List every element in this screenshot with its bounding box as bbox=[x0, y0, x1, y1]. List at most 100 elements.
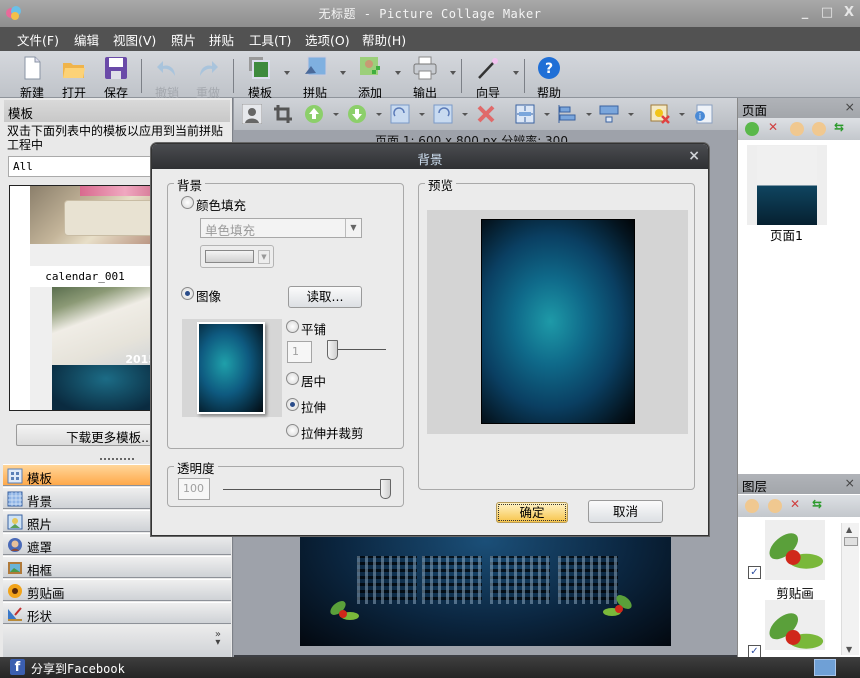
tile-radio[interactable] bbox=[286, 320, 299, 333]
distribute-dropdown-icon[interactable] bbox=[628, 113, 634, 116]
panel-splitter-grip[interactable] bbox=[100, 458, 134, 461]
align-center-icon[interactable] bbox=[515, 104, 535, 124]
cancel-button[interactable]: 取消 bbox=[588, 500, 663, 523]
download-more-templates-button[interactable]: 下载更多模板... bbox=[16, 424, 158, 446]
delete-icon[interactable] bbox=[476, 104, 496, 124]
swap-pages-icon[interactable]: ⇆ bbox=[834, 120, 848, 134]
fill-type-select[interactable]: 单色填充 ▼ bbox=[200, 218, 362, 238]
wizard-dropdown-icon[interactable] bbox=[513, 71, 519, 75]
close-window-button[interactable]: X bbox=[840, 4, 858, 22]
load-image-button[interactable]: 读取... bbox=[288, 286, 362, 308]
color-fill-radio[interactable] bbox=[181, 196, 194, 209]
distribute-icon[interactable] bbox=[599, 104, 619, 124]
image-radio[interactable] bbox=[181, 287, 194, 300]
clipart-dropdown-icon[interactable] bbox=[679, 113, 685, 116]
menu-photo[interactable]: 照片 bbox=[171, 30, 196, 49]
new-button[interactable]: 新建 bbox=[12, 54, 52, 100]
menu-options[interactable]: 选项(O) bbox=[305, 30, 350, 49]
save-button[interactable]: 保存 bbox=[96, 54, 136, 100]
maximize-button[interactable]: □ bbox=[818, 4, 836, 22]
stretch-radio[interactable] bbox=[286, 398, 299, 411]
template-category-select[interactable]: All bbox=[8, 156, 158, 177]
page-up-icon[interactable] bbox=[790, 122, 804, 136]
holly-clipart-icon[interactable] bbox=[328, 596, 360, 624]
add-button[interactable]: 添加 bbox=[350, 54, 390, 100]
layers-panel-close-button[interactable]: × bbox=[845, 475, 855, 490]
template-thumbnail-calendar-001[interactable] bbox=[30, 186, 158, 244]
template-thumbnail-family-calendar[interactable]: 2015 bbox=[52, 287, 158, 410]
person-icon[interactable] bbox=[242, 104, 262, 124]
ok-button[interactable]: 确定 bbox=[496, 502, 568, 523]
menu-tools[interactable]: 工具(T) bbox=[249, 30, 291, 49]
collage-dropdown-icon[interactable] bbox=[340, 71, 346, 75]
rotate-left-icon[interactable] bbox=[433, 104, 453, 124]
add-dropdown-icon[interactable] bbox=[395, 71, 401, 75]
template-dropdown-icon[interactable] bbox=[284, 71, 290, 75]
tile-count-input[interactable]: 1 bbox=[287, 341, 312, 363]
center-radio[interactable] bbox=[286, 372, 299, 385]
chevron-down-icon[interactable]: ▼ bbox=[345, 219, 361, 237]
menu-help[interactable]: 帮助(H) bbox=[362, 30, 406, 49]
scrollbar-thumb[interactable] bbox=[844, 537, 858, 546]
redo-button[interactable]: 重做 bbox=[188, 54, 228, 100]
share-facebook-link[interactable]: 分享到Facebook bbox=[31, 660, 125, 677]
move-down-dropdown-icon[interactable] bbox=[376, 113, 382, 116]
move-up-dropdown-icon[interactable] bbox=[333, 113, 339, 116]
output-button[interactable]: 输出 bbox=[405, 54, 445, 100]
collage-button[interactable]: 拼贴 bbox=[295, 54, 335, 100]
open-button[interactable]: 打开 bbox=[54, 54, 94, 100]
align-left-dropdown-icon[interactable] bbox=[586, 113, 592, 116]
delete-page-icon[interactable]: ✕ bbox=[768, 120, 782, 134]
page-down-icon[interactable] bbox=[812, 122, 826, 136]
undo-button[interactable]: 撤销 bbox=[147, 54, 187, 100]
layers-scrollbar[interactable]: ▲ ▼ bbox=[841, 523, 859, 655]
add-page-icon[interactable] bbox=[745, 122, 759, 136]
swap-layers-icon[interactable]: ⇆ bbox=[812, 497, 826, 511]
minimize-button[interactable]: _ bbox=[796, 4, 814, 22]
align-left-icon[interactable] bbox=[557, 104, 577, 124]
rotate-right-icon[interactable] bbox=[390, 104, 410, 124]
fill-color-picker[interactable]: ▼ bbox=[200, 245, 274, 268]
holly-clipart-icon[interactable] bbox=[602, 592, 634, 620]
transparency-input[interactable]: 100 bbox=[178, 478, 210, 500]
nav-item-mask[interactable]: 遮罩 bbox=[3, 533, 231, 555]
menu-file[interactable]: 文件(F) bbox=[17, 30, 59, 49]
nav-more-button[interactable]: » ▾ bbox=[215, 630, 221, 648]
nav-item-shape[interactable]: 形状 bbox=[3, 602, 231, 624]
nav-item-clipart[interactable]: 剪贴画 bbox=[3, 579, 231, 601]
template-list[interactable]: calendar_001 2015 bbox=[9, 185, 159, 411]
transparency-slider-thumb[interactable] bbox=[380, 479, 391, 499]
help-button[interactable]: ? 帮助 bbox=[529, 54, 569, 100]
remove-clipart-icon[interactable] bbox=[650, 104, 670, 124]
wizard-button[interactable]: 向导 bbox=[468, 54, 508, 100]
collage-page-canvas[interactable] bbox=[300, 530, 671, 646]
scroll-down-icon[interactable]: ▼ bbox=[846, 645, 852, 654]
move-down-icon[interactable] bbox=[347, 104, 367, 124]
monitor-icon[interactable] bbox=[814, 659, 836, 676]
output-dropdown-icon[interactable] bbox=[450, 71, 456, 75]
menu-collage[interactable]: 拼贴 bbox=[209, 30, 234, 49]
rotate-left-dropdown-icon[interactable] bbox=[462, 113, 468, 116]
menu-edit[interactable]: 编辑 bbox=[74, 30, 99, 49]
chevron-down-icon[interactable]: ▼ bbox=[258, 250, 270, 264]
layer-thumbnail[interactable] bbox=[765, 520, 825, 580]
pages-panel-close-button[interactable]: × bbox=[845, 99, 855, 114]
delete-layer-icon[interactable]: ✕ bbox=[790, 497, 804, 511]
dialog-close-button[interactable]: × bbox=[688, 148, 700, 164]
facebook-icon[interactable]: f bbox=[10, 659, 25, 675]
properties-icon[interactable]: i bbox=[693, 104, 713, 124]
transparency-slider-track[interactable] bbox=[223, 489, 386, 490]
page-thumbnail[interactable] bbox=[747, 145, 827, 225]
rotate-right-dropdown-icon[interactable] bbox=[419, 113, 425, 116]
move-up-icon[interactable] bbox=[304, 104, 324, 124]
align-dropdown-icon[interactable] bbox=[544, 113, 550, 116]
stretch-crop-radio[interactable] bbox=[286, 424, 299, 437]
nav-item-frame[interactable]: 相框 bbox=[3, 556, 231, 578]
layer-down-icon[interactable] bbox=[768, 499, 782, 513]
layer-thumbnail[interactable] bbox=[765, 600, 825, 650]
crop-icon[interactable] bbox=[273, 104, 293, 124]
layer-up-icon[interactable] bbox=[745, 499, 759, 513]
template-button[interactable]: 模板 bbox=[240, 54, 280, 100]
scroll-up-icon[interactable]: ▲ bbox=[846, 525, 852, 534]
layer-visibility-checkbox[interactable]: ✓ bbox=[748, 566, 761, 579]
